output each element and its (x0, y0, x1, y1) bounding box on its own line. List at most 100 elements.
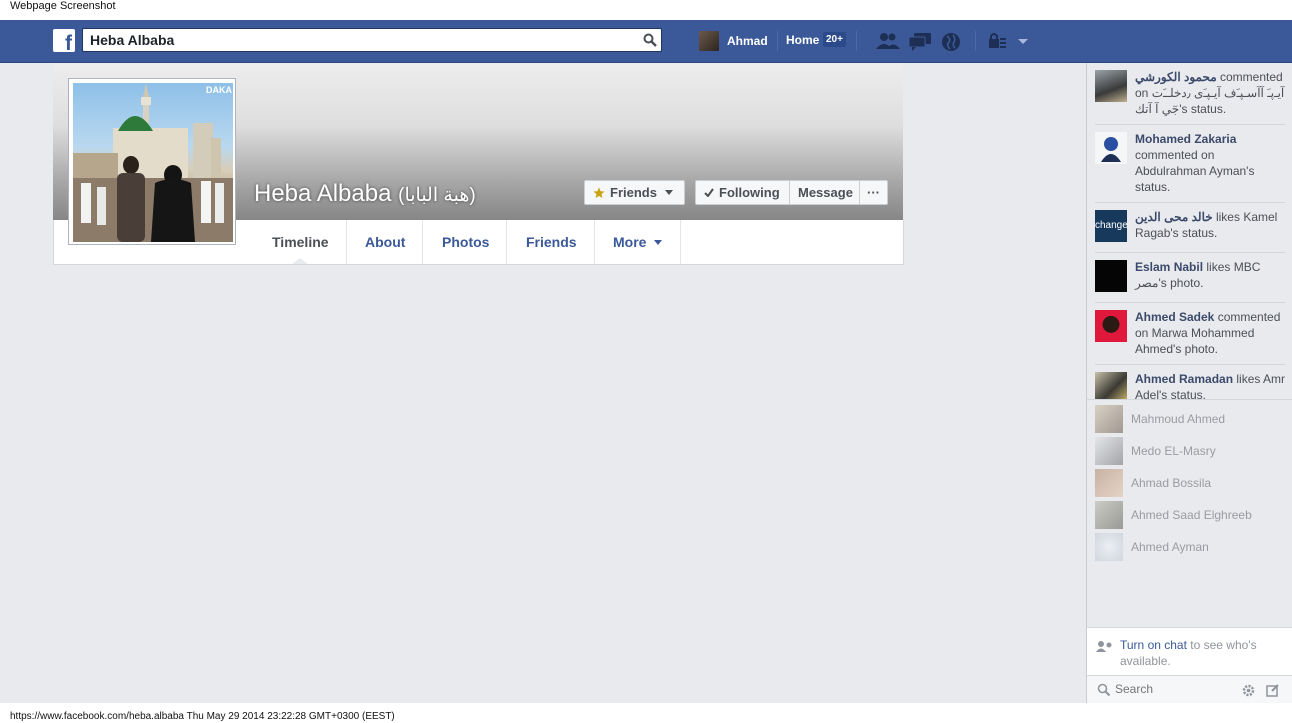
tab-timeline[interactable]: Timeline (255, 220, 347, 264)
search-box[interactable] (82, 28, 662, 52)
following-button-label: Following (719, 185, 780, 200)
chat-contact[interactable]: Mahmoud Ahmed (1095, 405, 1225, 433)
avatar (1095, 132, 1127, 164)
avatar (1095, 260, 1127, 292)
chevron-down-icon (664, 190, 673, 195)
ticker-actor: خالد محى الدين (1135, 210, 1213, 224)
chevron-down-icon (654, 239, 663, 245)
avatar (1095, 501, 1123, 529)
tab-label: Photos (442, 234, 490, 250)
nav-separator (777, 31, 778, 51)
mosque-photo-image: DAKA (73, 83, 233, 242)
chat-contact[interactable]: Ahmad Bossila (1095, 469, 1211, 497)
home-count-badge: 20+ (823, 32, 846, 47)
chat-contact-name: Ahmed Ayman (1131, 540, 1209, 554)
tab-label: Timeline (272, 234, 329, 250)
avatar (1095, 469, 1123, 497)
chat-search-input[interactable] (1115, 682, 1225, 696)
ellipsis-icon: ··· (867, 185, 880, 200)
logo-letter: f (65, 32, 72, 55)
friend-requests-icon[interactable] (876, 32, 900, 50)
divider (1095, 252, 1285, 253)
tab-label: About (365, 234, 406, 250)
activity-ticker: محمود الكورشي commented on آيـﭘﹷ آآسـﭙﹷف… (1086, 63, 1292, 399)
chat-contact-name: Medo EL-Masry (1131, 444, 1216, 458)
message-button-label: Message (798, 185, 853, 200)
chat-offline-text: Turn on chat to see who's available. (1120, 637, 1290, 669)
divider (1095, 302, 1285, 303)
star-icon (593, 187, 605, 198)
ticker-actor: Mohamed Zakaria (1135, 132, 1237, 146)
tab-label: Friends (526, 234, 577, 250)
photo-watermark: DAKA (206, 85, 232, 95)
tab-more[interactable]: More (596, 220, 681, 264)
chat-contact-name: Ahmad Bossila (1131, 476, 1212, 490)
screenshot-label: Webpage Screenshot (10, 0, 116, 12)
chat-contact[interactable]: Ahmed Ayman (1095, 533, 1209, 561)
divider (1095, 202, 1285, 203)
privacy-shortcuts-icon[interactable] (987, 32, 1007, 50)
divider (1095, 364, 1285, 365)
message-button[interactable]: Message (789, 180, 860, 205)
browser-status-bar: https://www.facebook.com/heba.albaba Thu… (10, 711, 395, 722)
profile-picture[interactable]: DAKA (68, 78, 236, 245)
divider (1095, 124, 1285, 125)
avatar (1095, 405, 1123, 433)
turn-on-chat-link[interactable]: Turn on chat (1120, 638, 1187, 652)
notifications-globe-icon[interactable] (941, 32, 961, 52)
tab-about[interactable]: About (348, 220, 424, 264)
chat-contact-name: Mahmoud Ahmed (1131, 412, 1226, 426)
tab-photos[interactable]: Photos (425, 220, 508, 264)
avatar (1095, 310, 1127, 342)
chat-contact[interactable]: Ahmed Saad Elghreeb (1095, 501, 1252, 529)
nav-home-link[interactable]: Home (786, 33, 819, 47)
nav-user-profile[interactable]: Ahmad (699, 30, 768, 52)
avatar (699, 31, 719, 51)
search-icon (1097, 683, 1111, 697)
ticker-text: خالد محى الدين likes Kamel Ragab's statu… (1135, 209, 1287, 241)
search-input[interactable] (90, 32, 630, 48)
ticker-text: Eslam Nabil likes MBC مصر's photo. (1135, 259, 1287, 291)
profile-name-text: Heba Albaba (254, 180, 392, 207)
avatar (1095, 533, 1123, 561)
cartoon-avatar-image (1101, 137, 1121, 162)
avatar (1095, 70, 1127, 102)
ticker-actor: Ahmed Sadek (1135, 310, 1215, 324)
facebook-page: f Ahmad Home 20+ (0, 20, 1292, 703)
search-icon[interactable] (643, 33, 657, 47)
messages-icon[interactable] (908, 32, 932, 52)
tab-label: More (613, 234, 647, 250)
facebook-logo-icon[interactable]: f (53, 29, 75, 55)
avatar: change (1095, 210, 1128, 242)
avatar (1095, 372, 1127, 399)
avatar (1095, 437, 1123, 465)
ticker-action: commented on Abdulrahman Ayman's status. (1135, 148, 1255, 194)
chat-search-bar (1086, 675, 1292, 703)
friends-button-label: Friends (610, 185, 657, 200)
chat-contact-name: Ahmed Saad Elghreeb (1131, 508, 1252, 522)
account-caret-icon[interactable] (1018, 39, 1028, 44)
checkmark-icon (704, 188, 714, 197)
following-button[interactable]: Following (695, 180, 790, 205)
ticker-actor: Eslam Nabil (1135, 260, 1204, 274)
nav-separator (975, 31, 976, 51)
more-options-button[interactable]: ··· (859, 180, 888, 205)
top-bar: f Ahmad Home 20+ (0, 20, 1292, 63)
tab-friends[interactable]: Friends (509, 220, 595, 264)
ticker-actor: محمود الكورشي (1135, 70, 1217, 84)
chat-status-icon (1096, 641, 1112, 652)
avatar-text: change (1095, 220, 1128, 231)
ticker-text: Ahmed Ramadan likes Amr Adel's status. (1135, 371, 1287, 399)
profile-photo: DAKA (73, 83, 233, 242)
profile-name[interactable]: Heba Albaba (هبة البابا) (254, 180, 476, 208)
nav-separator (856, 31, 857, 51)
ticker-actor: Ahmed Ramadan (1135, 372, 1234, 386)
gear-icon[interactable] (1242, 684, 1255, 697)
ticker-text: Mohamed Zakaria commented on Abdulrahman… (1135, 131, 1287, 195)
chat-contact[interactable]: Medo EL-Masry (1095, 437, 1216, 465)
nav-user-name: Ahmad (727, 34, 768, 48)
new-message-icon[interactable] (1266, 683, 1280, 697)
chat-sidebar-list: Mahmoud Ahmed Medo EL-Masry Ahmad Bossil… (1086, 399, 1292, 628)
ticker-text: Ahmed Sadek commented on Marwa Mohammed … (1135, 309, 1287, 357)
friends-button[interactable]: Friends (584, 180, 685, 205)
